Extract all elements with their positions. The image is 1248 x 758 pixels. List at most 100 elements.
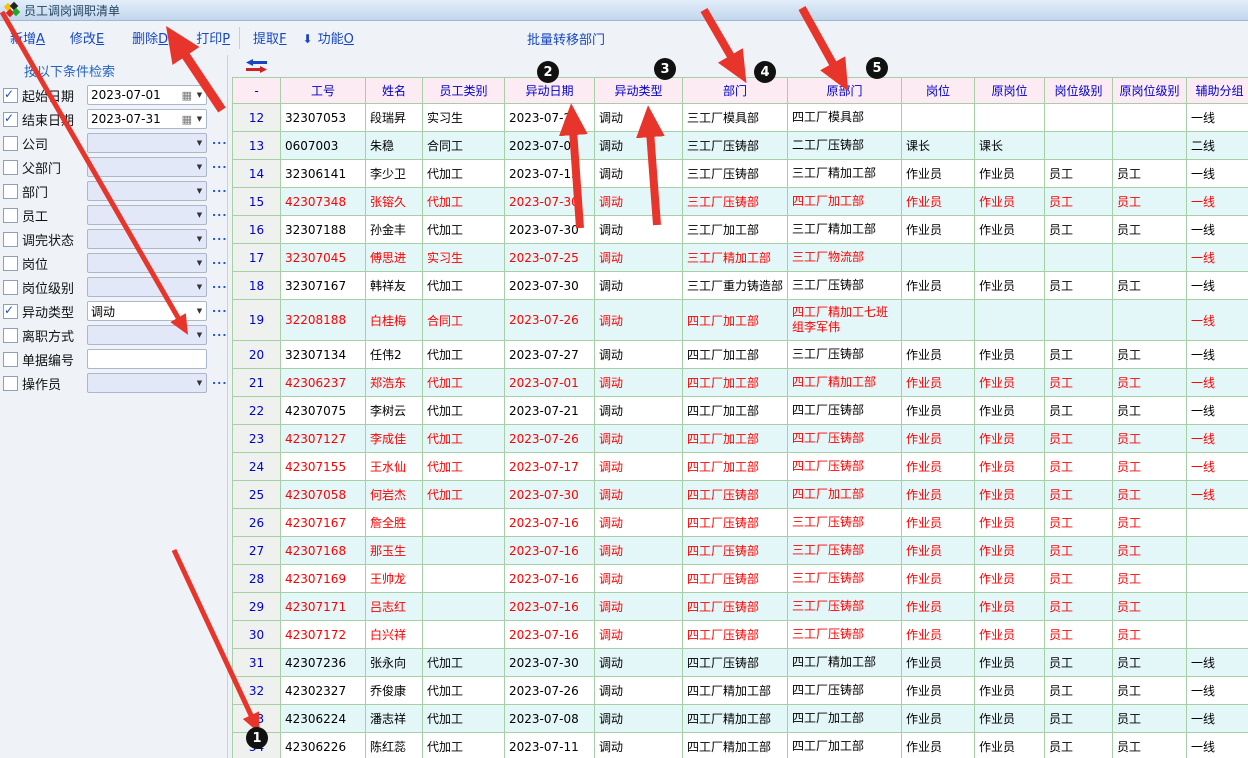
menu-item-a[interactable]: 新增A [10,28,45,47]
cell[interactable] [1187,509,1248,537]
more-options-button[interactable]: ... [212,326,228,339]
cell[interactable]: 四工厂加工部 [683,425,788,453]
cell[interactable] [1113,244,1187,272]
cell[interactable]: 任伟2 [366,341,423,369]
filter-combo[interactable]: 调动▼ [87,301,207,321]
cell[interactable]: 作业员 [902,593,975,621]
cell[interactable]: 四工厂精加工七班组李军伟 [788,300,902,341]
cell[interactable]: 作业员 [975,160,1045,188]
cell[interactable]: 四工厂精加工部 [788,649,902,677]
cell[interactable]: 2023-07-26 [505,300,595,341]
swap-columns-icon[interactable] [246,59,267,73]
filter-checkbox[interactable] [3,88,18,103]
cell[interactable] [1113,300,1187,341]
cell[interactable]: 一线 [1187,705,1248,733]
cell[interactable]: 张镕久 [366,188,423,216]
table-row[interactable]: 1832307167韩祥友代加工2023-07-30调动三工厂重力铸造部三工厂压… [233,272,1248,300]
cell[interactable]: 吕志红 [366,593,423,621]
cell[interactable]: 代加工 [423,160,505,188]
column-header[interactable]: - [233,78,281,104]
cell[interactable]: 四工厂加工部 [788,188,902,216]
cell[interactable]: 调动 [595,216,683,244]
column-header[interactable]: 原岗位级别 [1113,78,1187,104]
cell[interactable]: 三工厂物流部 [788,244,902,272]
cell[interactable]: 调动 [595,188,683,216]
cell[interactable]: 一线 [1187,453,1248,481]
cell[interactable]: 一线 [1187,649,1248,677]
table-row[interactable]: 1432306141李少卫代加工2023-07-15调动三工厂压铸部三工厂精加工… [233,160,1248,188]
cell[interactable]: 四工厂精加工部 [683,677,788,705]
cell[interactable]: 代加工 [423,369,505,397]
cell[interactable]: 课长 [975,132,1045,160]
cell[interactable] [1187,537,1248,565]
cell[interactable]: 一线 [1187,733,1248,758]
table-row[interactable]: 1542307348张镕久代加工2023-07-30调动三工厂压铸部四工厂加工部… [233,188,1248,216]
cell[interactable] [1045,244,1113,272]
more-options-button[interactable]: ... [212,134,228,147]
column-header[interactable]: 部门 [683,78,788,104]
cell[interactable]: 四工厂压铸部 [788,677,902,705]
menu-item-d[interactable]: 删除D [132,28,168,47]
cell[interactable]: 潘志祥 [366,705,423,733]
cell[interactable]: 四工厂加工部 [788,733,902,758]
cell[interactable] [902,244,975,272]
more-options-button[interactable]: ... [212,254,228,267]
table-row[interactable]: 2842307169王帅龙2023-07-16调动四工厂压铸部三工厂压铸部作业员… [233,565,1248,593]
table-row[interactable]: 3442306226陈红蕊代加工2023-07-11调动四工厂精加工部四工厂加工… [233,733,1248,758]
table-row[interactable]: 1932208188白桂梅合同工2023-07-26调动四工厂加工部四工厂精加工… [233,300,1248,341]
cell[interactable]: 调动 [595,341,683,369]
table-row[interactable]: 2742307168那玉生2023-07-16调动四工厂压铸部三工厂压铸部作业员… [233,537,1248,565]
cell[interactable]: 孙金丰 [366,216,423,244]
filter-checkbox[interactable] [3,256,18,271]
cell[interactable]: 四工厂压铸部 [788,397,902,425]
cell[interactable]: 一线 [1187,369,1248,397]
cell[interactable]: 代加工 [423,733,505,758]
cell[interactable]: 作业员 [975,369,1045,397]
cell[interactable]: 白桂梅 [366,300,423,341]
cell[interactable]: 员工 [1045,649,1113,677]
cell[interactable]: 作业员 [902,453,975,481]
cell[interactable]: 实习生 [423,104,505,132]
cell[interactable]: 32307045 [281,244,366,272]
cell[interactable]: 代加工 [423,425,505,453]
cell[interactable]: 员工 [1045,593,1113,621]
cell[interactable]: 三工厂加工部 [683,216,788,244]
cell[interactable]: 调动 [595,593,683,621]
column-header[interactable]: 岗位级别 [1045,78,1113,104]
cell[interactable]: 代加工 [423,341,505,369]
cell[interactable] [902,300,975,341]
cell[interactable]: 员工 [1113,160,1187,188]
cell[interactable] [975,300,1045,341]
cell[interactable]: 三工厂压铸部 [683,132,788,160]
column-header[interactable]: 岗位 [902,78,975,104]
cell[interactable]: 员工 [1113,649,1187,677]
cell[interactable]: 詹全胜 [366,509,423,537]
cell[interactable]: 2023-07-30 [505,481,595,509]
cell[interactable]: 员工 [1045,272,1113,300]
dropdown-arrow-icon[interactable]: ▼ [193,211,206,219]
cell[interactable]: 作业员 [975,593,1045,621]
cell[interactable]: 一线 [1187,244,1248,272]
cell[interactable]: 李少卫 [366,160,423,188]
filter-checkbox[interactable] [3,280,18,295]
cell[interactable]: 那玉生 [366,537,423,565]
cell[interactable] [1187,621,1248,649]
cell[interactable]: 代加工 [423,397,505,425]
cell[interactable]: 员工 [1113,188,1187,216]
cell[interactable]: 调动 [595,425,683,453]
cell[interactable]: 四工厂压铸部 [683,649,788,677]
cell[interactable] [423,509,505,537]
filter-combo[interactable]: ▼ [87,253,207,273]
dropdown-arrow-icon[interactable]: ▼ [193,259,206,267]
table-row[interactable]: 3342306224潘志祥代加工2023-07-08调动四工厂精加工部四工厂加工… [233,705,1248,733]
cell[interactable]: 一线 [1187,216,1248,244]
cell[interactable]: 代加工 [423,188,505,216]
table-row[interactable]: 1732307045傅思进实习生2023-07-25调动三工厂精加工部三工厂物流… [233,244,1248,272]
dropdown-arrow-icon[interactable]: ▼ [193,379,206,387]
table-row[interactable]: 2542307058何岩杰代加工2023-07-30调动四工厂压铸部四工厂加工部… [233,481,1248,509]
cell[interactable]: 作业员 [975,397,1045,425]
cell[interactable]: 调动 [595,565,683,593]
cell[interactable]: 四工厂压铸部 [683,621,788,649]
cell[interactable]: 2023-07-16 [505,565,595,593]
cell[interactable]: 一线 [1187,272,1248,300]
